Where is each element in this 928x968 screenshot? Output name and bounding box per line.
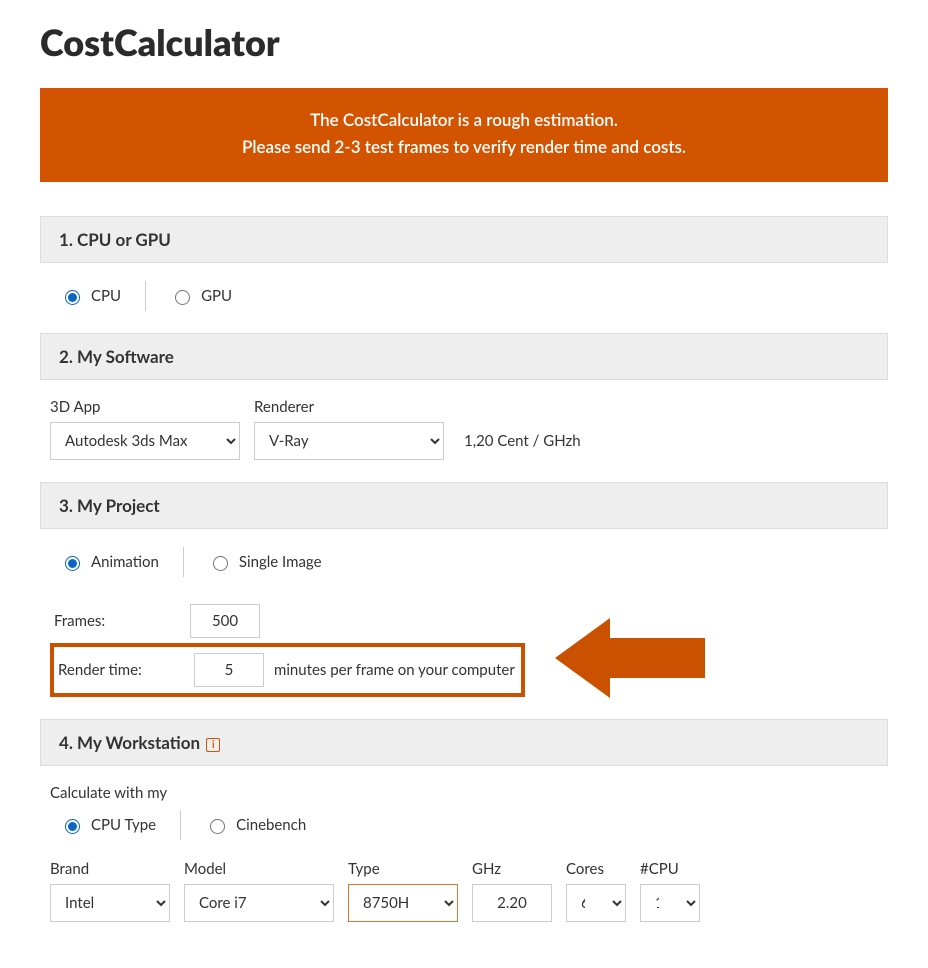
- divider: [183, 547, 184, 577]
- type-label: Type: [348, 860, 458, 878]
- renderer-label: Renderer: [254, 398, 444, 416]
- section3-header: 3. My Project: [40, 482, 888, 529]
- cores-select[interactable]: 6: [566, 884, 626, 922]
- radio-cpu-type-label: CPU Type: [91, 816, 156, 834]
- type-select[interactable]: 8750H: [348, 884, 458, 922]
- radio-animation[interactable]: Animation: [60, 549, 159, 575]
- render-time-after: minutes per frame on your computer: [264, 661, 515, 679]
- radio-single-image-input[interactable]: [213, 556, 228, 571]
- app-label: 3D App: [50, 398, 240, 416]
- app-select[interactable]: Autodesk 3ds Max: [50, 422, 240, 460]
- banner-line1: The CostCalculator is a rough estimation…: [60, 106, 868, 133]
- model-label: Model: [184, 860, 334, 878]
- num-cpu-select[interactable]: 1: [640, 884, 700, 922]
- render-time-label: Render time:: [54, 661, 194, 679]
- cores-label: Cores: [566, 860, 626, 878]
- radio-cinebench[interactable]: Cinebench: [205, 812, 306, 838]
- radio-gpu[interactable]: GPU: [170, 283, 232, 309]
- info-icon[interactable]: i: [206, 738, 220, 752]
- radio-animation-label: Animation: [91, 553, 159, 571]
- radio-cpu-type-input[interactable]: [65, 819, 80, 834]
- frames-label: Frames:: [50, 612, 190, 630]
- radio-cpu-input[interactable]: [65, 290, 80, 305]
- radio-cinebench-input[interactable]: [210, 819, 225, 834]
- radio-cinebench-label: Cinebench: [236, 816, 306, 834]
- radio-single-image-label: Single Image: [239, 553, 322, 571]
- render-time-input[interactable]: [194, 653, 264, 687]
- radio-cpu-type[interactable]: CPU Type: [60, 812, 156, 838]
- price-text: 1,20 Cent / GHzh: [458, 432, 581, 460]
- section4-header: 4. My Workstation i: [40, 719, 888, 766]
- brand-select[interactable]: Intel: [50, 884, 170, 922]
- frames-input[interactable]: [190, 604, 260, 638]
- num-cpu-label: #CPU: [640, 860, 700, 878]
- render-time-highlight: Render time: minutes per frame on your c…: [50, 643, 525, 697]
- radio-cpu[interactable]: CPU: [60, 283, 121, 309]
- arrow-icon: [555, 613, 705, 703]
- radio-gpu-label: GPU: [201, 287, 232, 305]
- section1-header: 1. CPU or GPU: [40, 216, 888, 263]
- ghz-input[interactable]: [472, 884, 552, 922]
- model-select[interactable]: Core i7: [184, 884, 334, 922]
- brand-label: Brand: [50, 860, 170, 878]
- page-title: CostCalculator: [40, 20, 888, 64]
- info-banner: The CostCalculator is a rough estimation…: [40, 88, 888, 182]
- banner-line2: Please send 2-3 test frames to verify re…: [60, 133, 868, 160]
- divider: [145, 281, 146, 311]
- section2-header: 2. My Software: [40, 333, 888, 380]
- radio-single-image[interactable]: Single Image: [208, 549, 322, 575]
- section4-header-text: 4. My Workstation: [59, 732, 200, 753]
- ghz-label: GHz: [472, 860, 552, 878]
- radio-cpu-label: CPU: [91, 287, 121, 305]
- divider: [180, 810, 181, 840]
- renderer-select[interactable]: V-Ray: [254, 422, 444, 460]
- calculate-with-label: Calculate with my: [50, 784, 878, 802]
- radio-animation-input[interactable]: [65, 556, 80, 571]
- radio-gpu-input[interactable]: [175, 290, 190, 305]
